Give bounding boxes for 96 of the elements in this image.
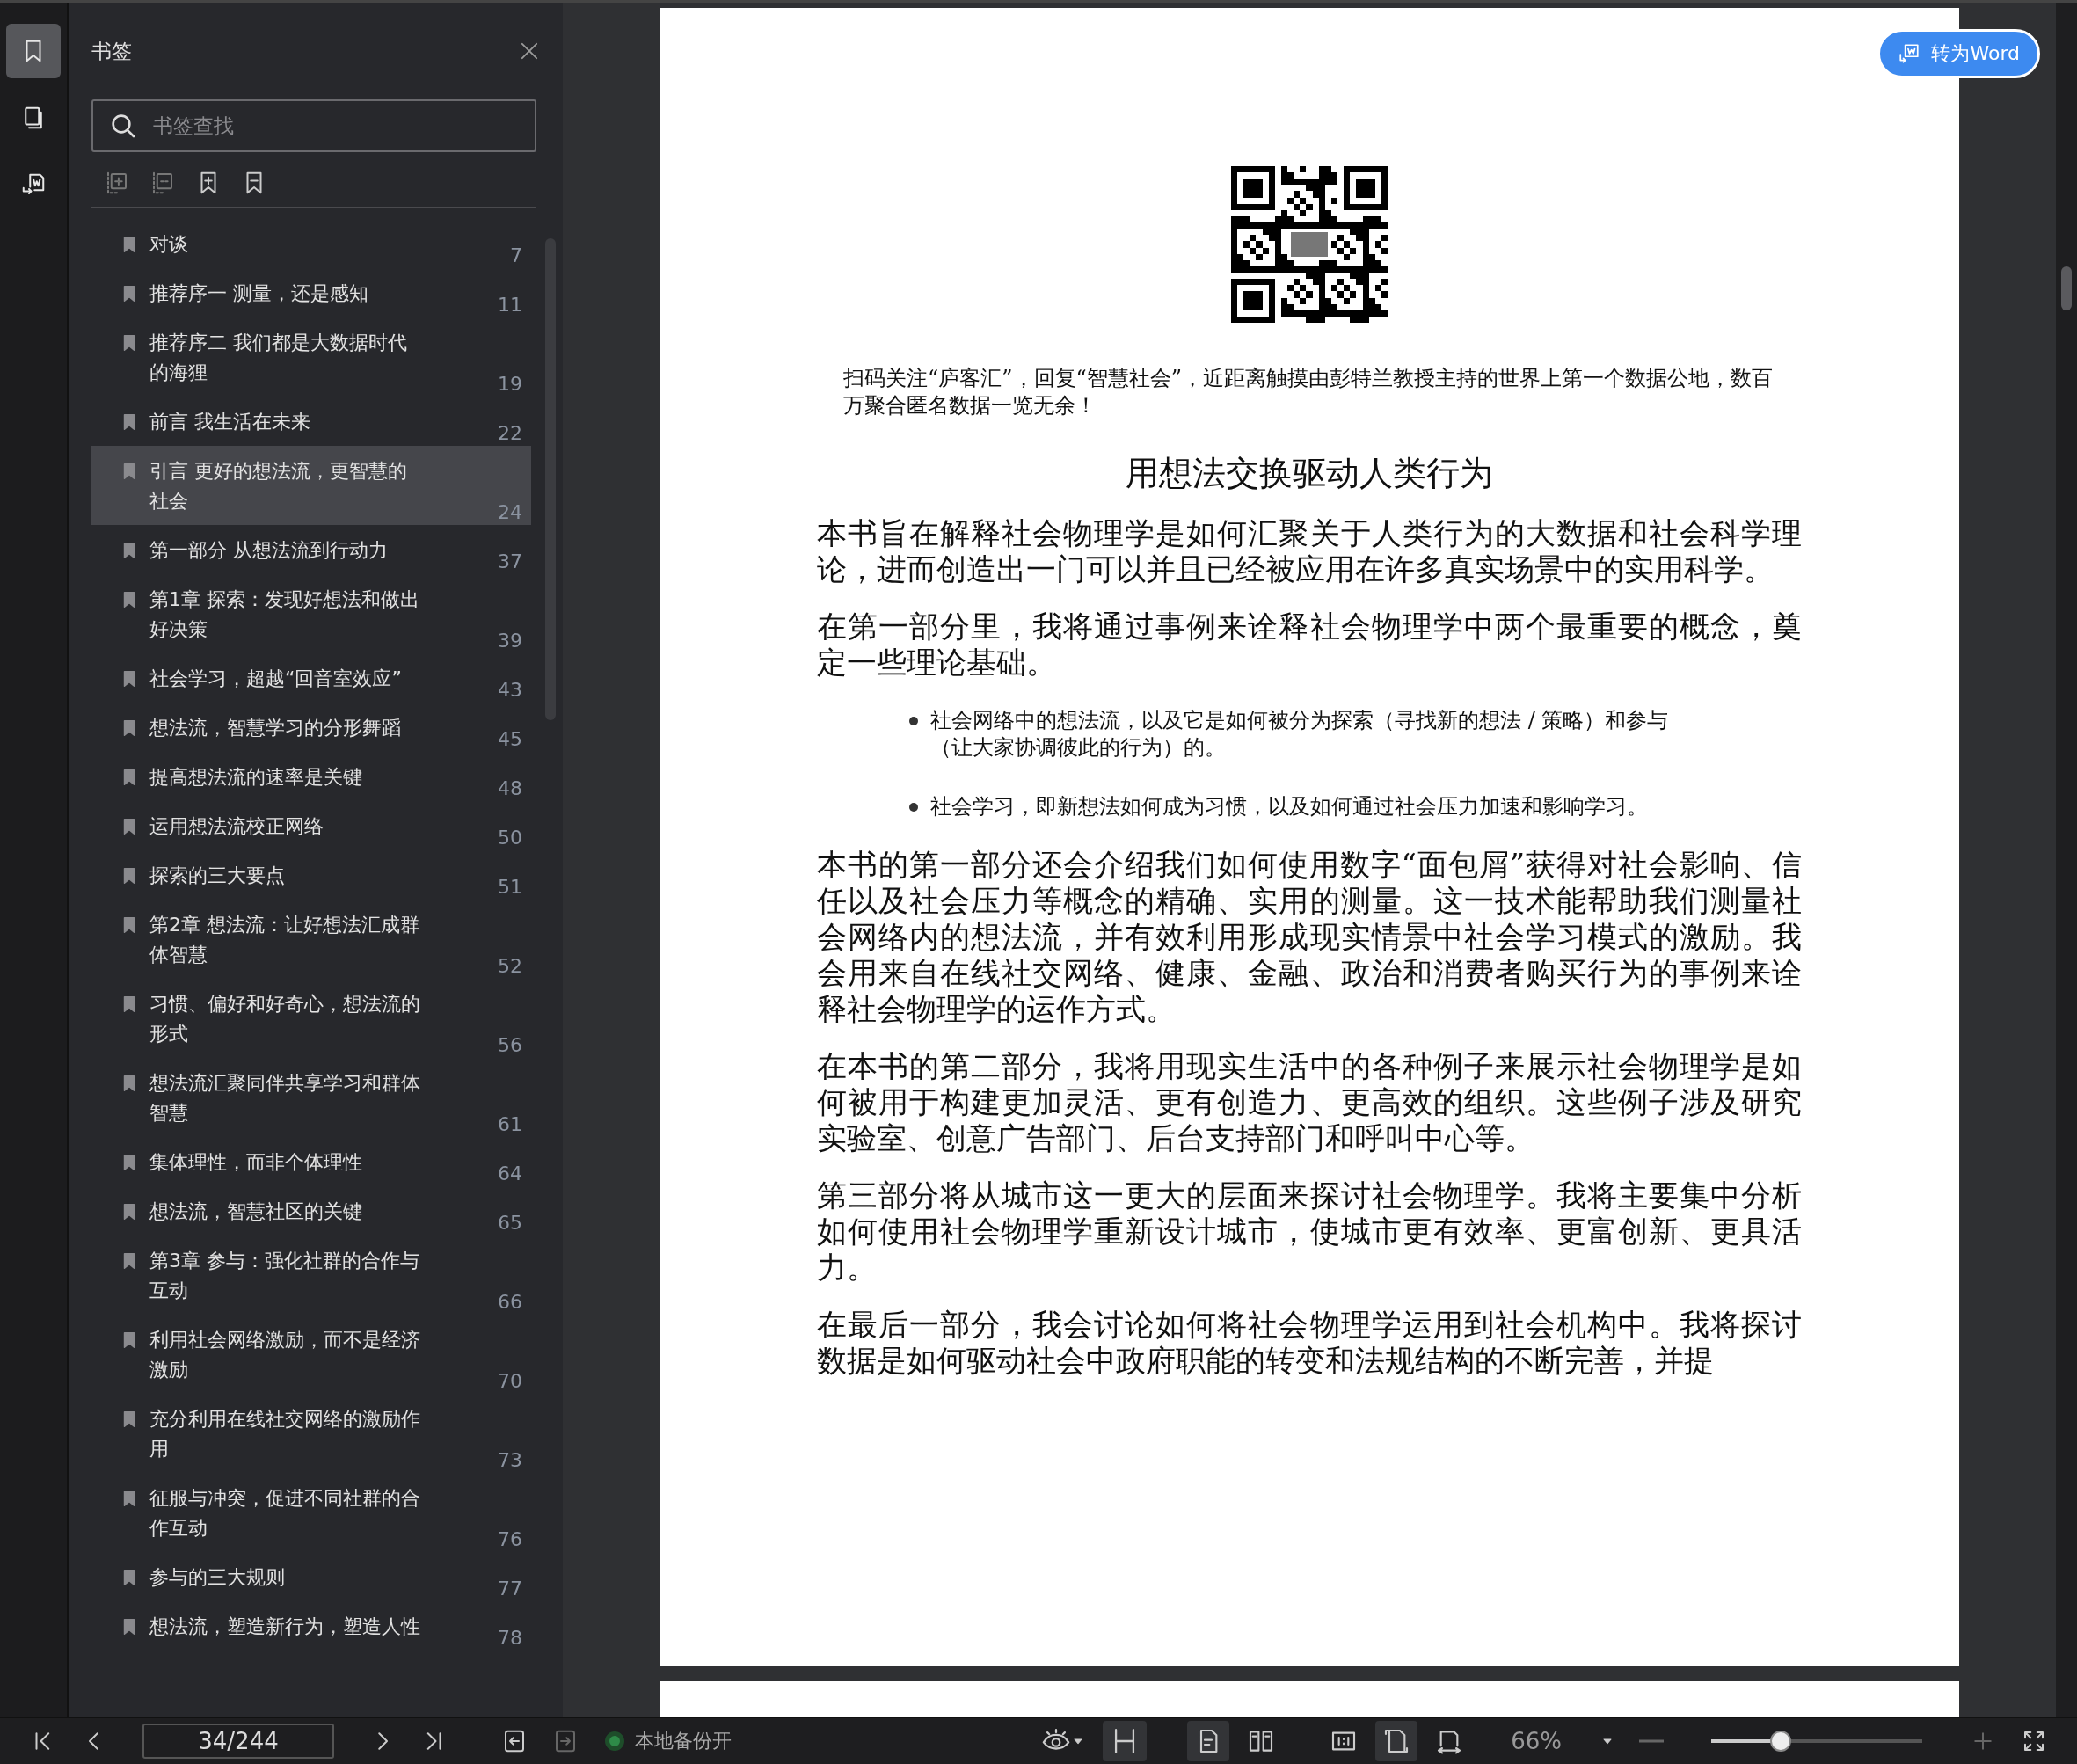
page-number: 61 <box>498 1113 522 1135</box>
page-number: 24 <box>498 501 522 523</box>
bookmark-title: 第2章 想法流：让好想法汇成群体智慧 <box>149 913 420 967</box>
bookmark-title: 对谈 <box>149 232 189 257</box>
slider-thumb[interactable] <box>1770 1731 1792 1752</box>
bookmark-title: 集体理性，而非个体理性 <box>149 1150 363 1175</box>
bookmark-title: 引言 更好的想法流，更智慧的社会 <box>149 459 408 514</box>
view-mode-button[interactable] <box>1103 1721 1148 1761</box>
page-number: 70 <box>498 1370 522 1392</box>
bookmark-title: 第1章 探索：发现好想法和做出好决策 <box>149 587 420 642</box>
search-icon <box>109 112 137 140</box>
bookmark-item[interactable]: 想法流汇聚同伴共享学习和群体智慧 61 <box>91 1058 531 1137</box>
panel-title: 书签 <box>91 38 132 64</box>
body-paragraph: 在本书的第二部分，我将用现实生活中的各种例子来展示社会物理学是如何被用于构建更加灵活、更有创造力、更高效的组织。这些例子涉及研究实验室、创意广告部门、后台支持部门和呼叫中心等。 <box>817 1048 1802 1156</box>
bookmark-item[interactable]: 对谈 7 <box>91 219 531 268</box>
bookmark-item[interactable]: 提高想法流的速率是关键 48 <box>91 752 531 801</box>
page-number: 51 <box>498 876 522 898</box>
view-mode-button[interactable] <box>1375 1721 1418 1761</box>
search-field[interactable]: 书签查找 <box>91 99 536 152</box>
bookmark-item[interactable]: 运用想法流校正网络 50 <box>91 801 531 850</box>
page-number: 52 <box>498 955 522 977</box>
bookmark-item[interactable]: 习惯、偏好和好奇心，想法流的形式 56 <box>91 979 531 1058</box>
section-heading: 用想法交换驱动人类行为 <box>1126 453 1493 494</box>
search-input[interactable]: 书签查找 <box>151 113 519 138</box>
page-number: 56 <box>498 1034 522 1056</box>
bullet-dot <box>909 803 918 812</box>
page-number: 77 <box>498 1578 522 1600</box>
page-number: 45 <box>498 728 522 750</box>
bookmark-title: 想法流，智慧学习的分形舞蹈 <box>149 716 402 740</box>
body-paragraph: 在第一部分里，我将通过事例来诠释社会物理学中两个最重要的概念，奠定一些理论基础。 <box>817 609 1802 681</box>
body-paragraph: 本书旨在解释社会物理学是如何汇聚关于人类行为的大数据和社会科学理论，进而创造出一门可以并且已经被应用在许多真实场景中的实用科学。 <box>817 515 1802 587</box>
page-number: 37 <box>498 550 522 572</box>
page-number: 43 <box>498 679 522 701</box>
bookmark-item[interactable]: 参与的三大规则 77 <box>91 1552 531 1601</box>
bullet-text: 社会网络中的想法流，以及它是如何被分为探索（寻找新的想法 / 策略）和参与（让大家协调彼此的行为）的。 <box>930 707 1670 762</box>
bookmark-title: 习惯、偏好和好奇心，想法流的形式 <box>149 992 421 1046</box>
body-paragraph: 第三部分将从城市这一更大的层面来探讨社会物理学。我将主要集中分析如何使用社会物理学重新设计城市，使城市更有效率、更富创新、更具活力。 <box>817 1177 1802 1286</box>
page-number: 73 <box>498 1449 522 1471</box>
bookmark-item[interactable]: 推荐序二 我们都是大数据时代的海狸 19 <box>91 317 531 397</box>
bookmark-title: 充分利用在线社交网络的激励作用 <box>149 1407 421 1461</box>
qr-caption: 扫码关注“庐客汇”，回复“智慧社会”，近距离触摸由彭特兰教授主持的世界上第一个数据公地，数百万聚合匿名数据一览无余！ <box>843 365 1775 419</box>
body-paragraph: 在最后一部分，我会讨论如何将社会物理学运用到社会机构中。我将探讨数据是如何驱动社会中政府职能的转变和法规结构的不断完善，并提 <box>817 1307 1802 1379</box>
bookmark-title: 社会学习，超越“回音室效应” <box>149 667 403 691</box>
bookmark-title: 参与的三大规则 <box>149 1565 286 1590</box>
sidebar-tab[interactable] <box>6 24 61 78</box>
page-number: 65 <box>498 1212 522 1234</box>
bullet-text: 社会学习，即新想法如何成为习惯，以及如何通过社会压力加速和影响学习。 <box>930 793 1648 820</box>
bookmark-title: 推荐序一 测量，还是感知 <box>149 281 369 306</box>
bookmark-title: 推荐序二 我们都是大数据时代的海狸 <box>149 331 408 385</box>
bookmark-title: 想法流汇聚同伴共享学习和群体智慧 <box>149 1071 421 1126</box>
bookmark-item[interactable]: 充分利用在线社交网络的激励作用 73 <box>91 1394 531 1473</box>
bookmark-item[interactable]: 社会学习，超越“回音室效应” 43 <box>91 653 531 703</box>
page-number: 64 <box>498 1163 522 1185</box>
page-number: 7 <box>510 244 522 266</box>
bookmark-title: 提高想法流的速率是关键 <box>149 765 363 790</box>
bookmark-title: 利用社会网络激励，而不是经济激励 <box>149 1328 421 1382</box>
page-number: 50 <box>498 827 522 849</box>
view-mode-button[interactable] <box>1187 1721 1230 1761</box>
bookmark-item[interactable]: 前言 我生活在未来 22 <box>91 397 531 446</box>
bookmark-title: 运用想法流校正网络 <box>149 814 324 839</box>
bookmark-item[interactable]: 第一部分 从想法流到行动力 37 <box>91 525 531 574</box>
zoom-reading: 66% <box>1511 1728 1562 1754</box>
bookmark-item[interactable]: 第2章 想法流：让好想法汇成群体智慧 52 <box>91 900 531 979</box>
bookmark-item[interactable]: 想法流，塑造新行为，塑造人性 78 <box>91 1601 531 1651</box>
bookmark-item[interactable]: 想法流，智慧学习的分形舞蹈 45 <box>91 703 531 752</box>
bookmark-item[interactable]: 第3章 参与：强化社群的合作与互动 66 <box>91 1236 531 1315</box>
bookmark-item[interactable]: 探索的三大要点 51 <box>91 850 531 900</box>
page-number: 22 <box>498 422 522 444</box>
page-number: 39 <box>498 630 522 652</box>
bookmark-title: 想法流，智慧社区的关键 <box>149 1199 363 1224</box>
bookmark-title: 想法流，塑造新行为，塑造人性 <box>149 1615 421 1639</box>
bookmark-item[interactable]: 利用社会网络激励，而不是经济激励 70 <box>91 1315 531 1394</box>
page-number: 48 <box>498 777 522 799</box>
page-number: 78 <box>498 1627 522 1649</box>
page-number-field[interactable]: 34/244 <box>142 1724 334 1759</box>
bookmark-title: 第3章 参与：强化社群的合作与互动 <box>149 1249 420 1303</box>
bookmark-item[interactable]: 引言 更好的想法流，更智慧的社会 24 <box>91 446 531 525</box>
bookmark-item[interactable]: 集体理性，而非个体理性 64 <box>91 1137 531 1186</box>
page-number: 76 <box>498 1528 522 1550</box>
minus-icon <box>1639 1739 1664 1743</box>
page-number: 66 <box>498 1291 522 1313</box>
bookmark-item[interactable]: 征服与冲突，促进不同社群的合作互动 76 <box>91 1473 531 1552</box>
bookmark-item[interactable]: 推荐序一 测量，还是感知 11 <box>91 268 531 317</box>
bookmark-title: 第一部分 从想法流到行动力 <box>149 538 389 563</box>
page-number: 19 <box>498 373 522 395</box>
bookmark-title: 探索的三大要点 <box>149 864 286 888</box>
word-convert-icon <box>1898 42 1921 65</box>
bullet-dot <box>909 717 918 725</box>
backup-status: 本地备份开 <box>635 1729 732 1753</box>
bookmark-item[interactable]: 第1章 探索：发现好想法和做出好决策 39 <box>91 574 531 653</box>
body-paragraph: 本书的第一部分还会介绍我们如何使用数字“面包屑”获得对社会影响、信任以及社会压力等概念的精确、实用的测量。这一技术能帮助我们测量社会网络内的想法流，并有效利用形成现实情景中社会学习模式的激励。我会用来自在线社交网络、健康、金融、政治和消费者购买行为的事例来诠释社会物理学的运作方式。 <box>817 847 1802 1027</box>
bookmark-title: 前言 我生活在未来 <box>149 410 311 434</box>
bookmark-item[interactable]: 想法流，智慧社区的关键 65 <box>91 1186 531 1236</box>
scrollbar-thumb[interactable] <box>2061 266 2072 310</box>
bookmark-title: 征服与冲突，促进不同社群的合作互动 <box>149 1486 421 1541</box>
page-number: 11 <box>498 294 522 316</box>
